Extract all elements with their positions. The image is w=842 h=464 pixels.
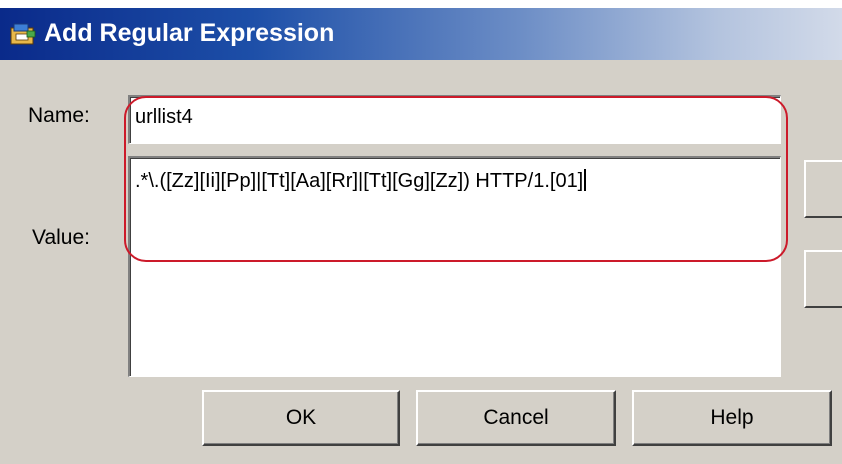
value-field-text: .*\.([Zz][Ii][Pp]|[Tt][Aa][Rr]|[Tt][Gg][… — [135, 166, 781, 196]
window-title: Add Regular Expression — [44, 19, 335, 47]
value-label: Value: — [32, 226, 90, 249]
value-field-value: .*\.([Zz][Ii][Pp]|[Tt][Aa][Rr]|[Tt][Gg][… — [135, 170, 584, 192]
value-field[interactable]: .*\.([Zz][Ii][Pp]|[Tt][Aa][Rr]|[Tt][Gg][… — [128, 156, 781, 377]
app-icon — [10, 23, 36, 45]
side-button-top[interactable] — [804, 160, 842, 218]
add-regular-expression-dialog: Name: urllist4 Value: .*\.([Zz][Ii][Pp]|… — [0, 60, 842, 464]
text-caret — [584, 169, 587, 191]
name-label: Name: — [28, 104, 90, 127]
ok-button[interactable]: OK — [202, 390, 400, 446]
help-button[interactable]: Help — [632, 390, 832, 446]
name-field-value: urllist4 — [135, 106, 193, 128]
name-field[interactable]: urllist4 — [128, 95, 781, 144]
side-button-bottom[interactable] — [804, 250, 842, 308]
cropped-caption-strip — [0, 0, 842, 8]
cancel-button[interactable]: Cancel — [416, 390, 616, 446]
title-bar[interactable]: Add Regular Expression — [0, 8, 842, 60]
